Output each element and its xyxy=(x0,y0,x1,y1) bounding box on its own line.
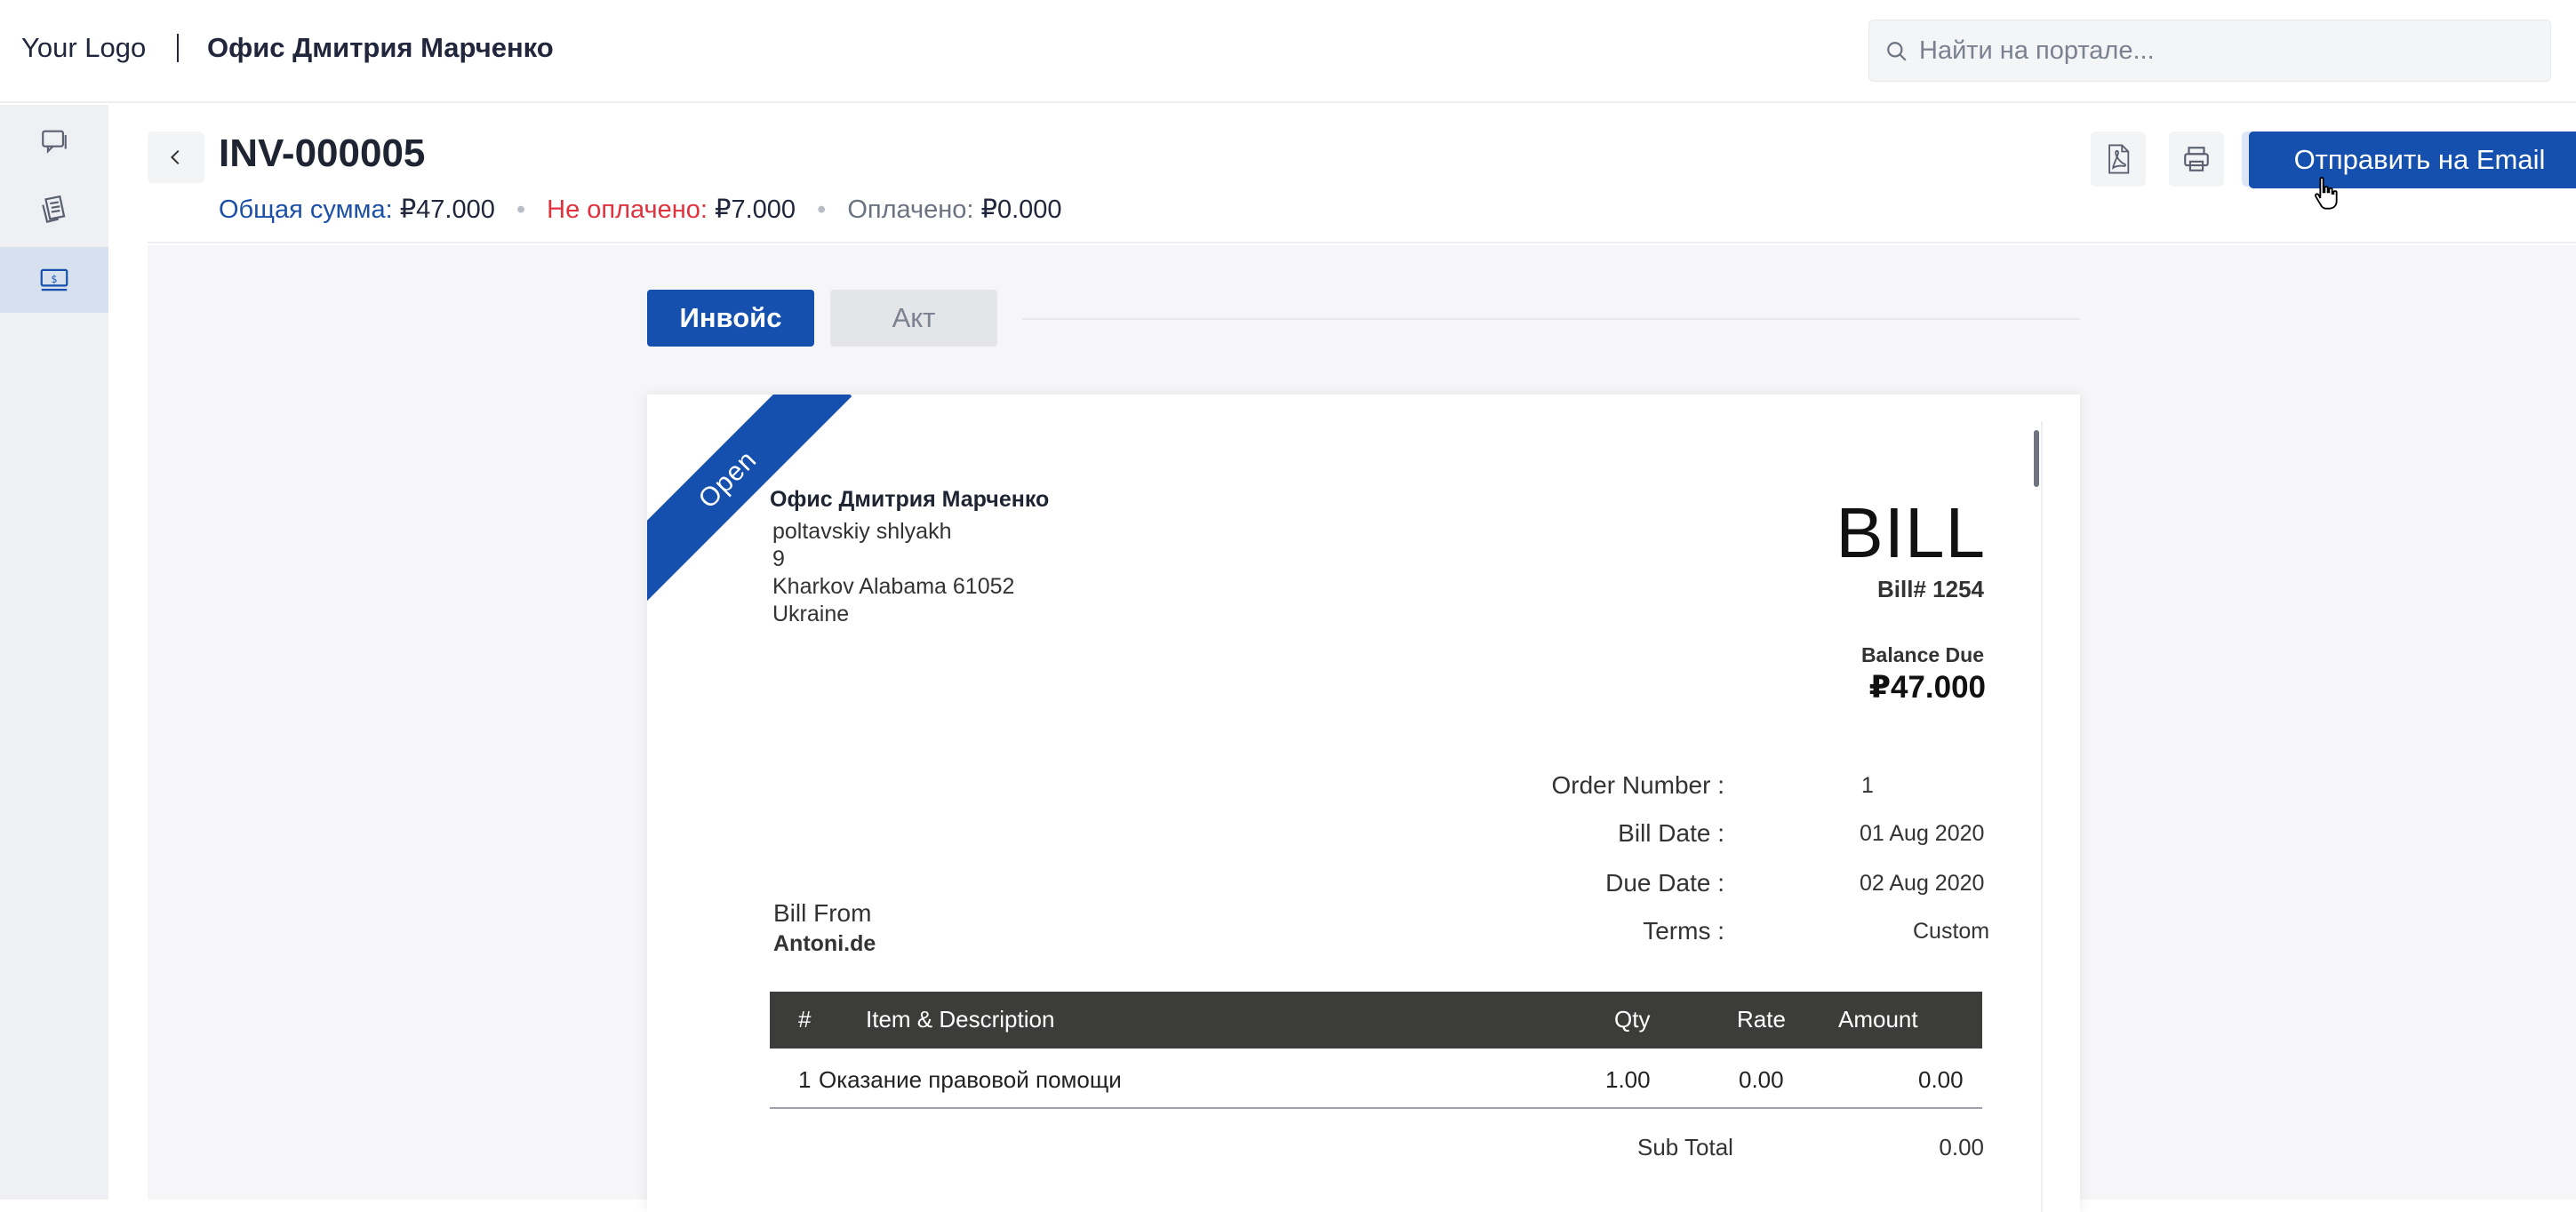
search-icon xyxy=(1887,42,1907,61)
search-input[interactable] xyxy=(1919,20,2541,81)
receipts-icon xyxy=(42,195,66,224)
unpaid-value: ₽7.000 xyxy=(715,195,796,224)
total-value: ₽47.000 xyxy=(399,195,495,224)
send-email-button[interactable]: Отправить на Email xyxy=(2249,132,2576,188)
sidebar-item-messages[interactable] xyxy=(0,108,108,174)
col-header-item: Item & Description xyxy=(866,1006,1055,1033)
row-rate: 0.00 xyxy=(1739,1066,1784,1093)
pdf-button[interactable] xyxy=(2091,132,2146,187)
col-header-qty: Qty xyxy=(1614,1006,1651,1033)
order-number-label: Order Number : xyxy=(1551,771,1725,799)
document-viewer: Инвойс Акт Open Офис Дмитрия Марченко po… xyxy=(148,245,2576,1212)
items-table-header: # Item & Description Qty Rate Amount xyxy=(770,992,1982,1049)
status-label: Open xyxy=(692,444,763,514)
address-line: Ukraine xyxy=(772,602,850,626)
paid-label: Оплачено: xyxy=(847,195,974,224)
due-date-label: Due Date : xyxy=(1605,869,1724,897)
sidebar: $ xyxy=(0,105,108,1200)
org-name: Офис Дмитрия Марченко xyxy=(207,32,554,63)
tab-invoice[interactable]: Инвойс xyxy=(647,290,814,347)
bill-title: BILL xyxy=(1836,493,1986,572)
total-label: Общая сумма: xyxy=(219,195,393,224)
content-area: INV-000005 Общая сумма: ₽47.000 • Не опл… xyxy=(108,105,2576,1212)
invoice-number: INV-000005 xyxy=(219,132,426,175)
document-scroll-track[interactable] xyxy=(2041,421,2043,1212)
tabs-divider xyxy=(1022,318,2080,320)
header-divider xyxy=(177,34,179,62)
due-date-value: 02 Aug 2020 xyxy=(1860,871,1985,896)
subtotal-value: 0.00 xyxy=(1939,1134,1984,1160)
col-header-rate: Rate xyxy=(1737,1006,1786,1033)
svg-text:$: $ xyxy=(51,274,57,285)
search-box[interactable] xyxy=(1868,20,2551,82)
paid-value: ₽0.000 xyxy=(980,195,1062,224)
bill-date-value: 01 Aug 2020 xyxy=(1860,821,1985,846)
invoice-money-icon: $ xyxy=(40,268,68,291)
balance-due-label: Balance Due xyxy=(1860,643,1984,666)
row-number: 1 xyxy=(798,1066,812,1093)
row-qty: 1.00 xyxy=(1605,1066,1651,1093)
order-number-value: 1 xyxy=(1861,773,1874,798)
invoice-header: INV-000005 Общая сумма: ₽47.000 • Не опл… xyxy=(148,105,2576,243)
bill-date-label: Bill Date : xyxy=(1618,819,1724,847)
col-header-amount: Amount xyxy=(1838,1006,1918,1033)
bill-number: Bill# 1254 xyxy=(1877,576,1984,602)
bill-from-label: Bill From xyxy=(773,899,872,927)
hand-cursor-icon xyxy=(2315,177,2338,210)
invoice-summary: Общая сумма: ₽47.000 • Не оплачено: ₽7.0… xyxy=(219,194,1062,225)
separator-dot: • xyxy=(516,195,526,224)
chevron-left-icon xyxy=(170,149,180,165)
printer-icon xyxy=(2184,147,2209,171)
document-scrollbar[interactable] xyxy=(2034,430,2039,487)
address-line: poltavskiy shlyakh xyxy=(772,519,952,544)
pdf-icon xyxy=(2108,144,2130,174)
bill-from-value: Antoni.de xyxy=(773,931,876,956)
unpaid-label: Не оплачено: xyxy=(547,195,708,224)
table-row: 1 Оказание правовой помощи 1.00 0.00 0.0… xyxy=(770,1049,1982,1109)
from-company-name: Офис Дмитрия Марченко xyxy=(770,487,1050,512)
address-line: 9 xyxy=(772,546,785,571)
row-amount: 0.00 xyxy=(1918,1066,1964,1093)
address-line: Kharkov Alabama 61052 xyxy=(772,574,1015,599)
top-header: Your Logo Офис Дмитрия Марченко xyxy=(0,0,2576,103)
terms-label: Terms : xyxy=(1643,917,1724,945)
subtotal-label: Sub Total xyxy=(1637,1134,1733,1160)
row-item: Оказание правовой помощи xyxy=(819,1066,1122,1093)
sidebar-item-invoices[interactable]: $ xyxy=(0,247,108,313)
logo[interactable]: Your Logo xyxy=(21,32,146,64)
document-tabs: Инвойс Акт xyxy=(647,290,2080,348)
back-button[interactable] xyxy=(148,132,204,183)
terms-value: Custom xyxy=(1913,919,1990,944)
separator-dot: • xyxy=(817,195,827,224)
chat-icon xyxy=(42,130,67,154)
tab-act[interactable]: Акт xyxy=(830,290,997,347)
balance-due-value: ₽47.000 xyxy=(1868,670,1986,705)
col-header-number: # xyxy=(798,1006,812,1033)
print-button[interactable] xyxy=(2169,132,2224,187)
sidebar-item-receipts[interactable] xyxy=(0,178,108,243)
bill-document: Open Офис Дмитрия Марченко poltavskiy sh… xyxy=(647,395,2080,1212)
